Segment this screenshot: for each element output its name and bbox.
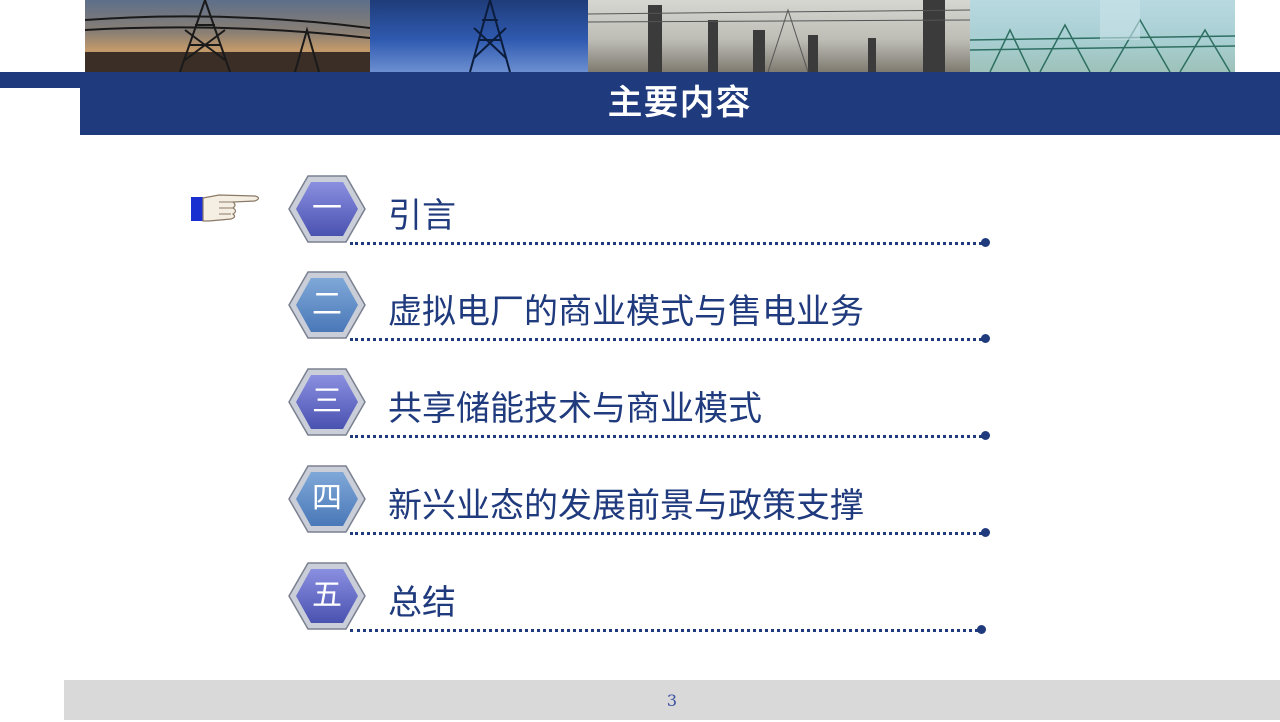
- menu-item-number: 一: [312, 191, 342, 226]
- title-bar-left-tab: [0, 72, 80, 88]
- menu-item-introduction[interactable]: 一 引言: [288, 174, 990, 247]
- power-tower-sunset-photo: [85, 0, 370, 72]
- photo-banner: [85, 0, 1235, 72]
- hexagon-badge: 二: [288, 270, 366, 340]
- hexagon-badge: 一: [288, 174, 366, 244]
- divider-end-dot: [981, 431, 990, 440]
- divider-end-dot: [981, 238, 990, 247]
- dotted-divider: [350, 338, 982, 341]
- menu-item-summary[interactable]: 五 总结: [288, 561, 988, 634]
- hexagon-badge: 三: [288, 367, 366, 437]
- hexagon-badge: 五: [288, 561, 366, 631]
- substation-structure-photo: [970, 0, 1235, 72]
- menu-item-label: 总结: [388, 583, 456, 623]
- menu-item-number: 四: [312, 481, 342, 516]
- menu-item-number: 三: [312, 384, 342, 419]
- tower-blue-sky-photo: [370, 0, 588, 72]
- divider-end-dot: [981, 528, 990, 537]
- dotted-divider: [350, 242, 982, 245]
- menu-item-shared-storage[interactable]: 三 共享储能技术与商业模式: [288, 367, 990, 440]
- menu-item-number: 五: [312, 578, 342, 613]
- page-title: 主要内容: [608, 83, 752, 123]
- menu-item-label: 新兴业态的发展前景与政策支撑: [388, 486, 864, 526]
- pointing-hand-icon: [189, 188, 263, 230]
- menu-item-virtual-power-plant[interactable]: 二 虚拟电厂的商业模式与售电业务: [288, 270, 990, 343]
- menu-item-label: 虚拟电厂的商业模式与售电业务: [388, 292, 864, 332]
- substation-insulators-photo: [588, 0, 970, 72]
- footer-bar: 3: [64, 680, 1280, 720]
- dotted-divider: [350, 435, 982, 438]
- page-number: 3: [666, 691, 678, 710]
- menu-item-number: 二: [312, 287, 342, 322]
- divider-end-dot: [981, 334, 990, 343]
- menu-item-emerging-business[interactable]: 四 新兴业态的发展前景与政策支撑: [288, 464, 990, 537]
- menu-item-label: 引言: [388, 196, 456, 236]
- divider-end-dot: [977, 625, 986, 634]
- dotted-divider: [350, 532, 982, 535]
- hexagon-badge: 四: [288, 464, 366, 534]
- dotted-divider: [350, 629, 978, 632]
- menu-item-label: 共享储能技术与商业模式: [388, 389, 762, 429]
